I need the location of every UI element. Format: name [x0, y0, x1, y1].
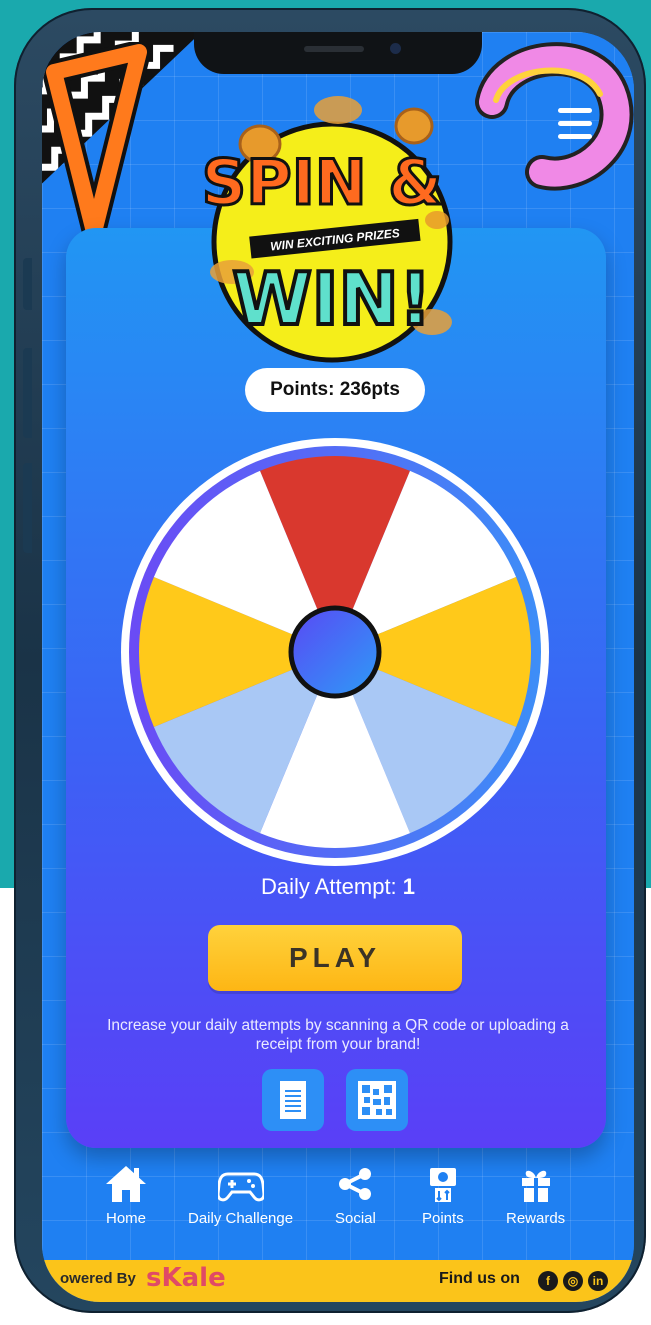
- nav-label-daily-challenge: Daily Challenge: [188, 1210, 294, 1227]
- nav-item-rewards[interactable]: Rewards: [506, 1164, 565, 1227]
- nav-item-social[interactable]: Social: [335, 1164, 376, 1227]
- attempts-hint: Increase your daily attempts by scanning…: [107, 1017, 569, 1053]
- logo-line2: WIN!: [232, 257, 431, 341]
- qr-code-icon: [358, 1081, 396, 1119]
- phone-side-button: [23, 348, 32, 438]
- nav-label-home: Home: [105, 1210, 146, 1227]
- daily-attempt-label: Daily Attempt:: [260, 874, 403, 899]
- prize-wheel[interactable]: [119, 436, 551, 868]
- nav-label-social: Social: [335, 1210, 376, 1227]
- linkedin-icon[interactable]: in: [588, 1271, 608, 1291]
- hamburger-menu-icon[interactable]: [558, 108, 592, 144]
- nav-label-rewards: Rewards: [506, 1210, 566, 1227]
- nav-item-points[interactable]: Points: [422, 1164, 464, 1227]
- phone-side-button: [23, 463, 32, 553]
- notch-speaker: [304, 46, 364, 52]
- daily-attempt: Daily Attempt: 1: [42, 874, 634, 900]
- bottom-navigation: Home Daily Challenge Social Points Rewar…: [42, 1164, 634, 1244]
- home-icon: [106, 1166, 146, 1202]
- footer-bar: owered By sKale Find us on f ◎ in: [42, 1260, 634, 1302]
- app-screen: SPIN & WIN EXCITING PRIZES WIN! Points: …: [42, 32, 634, 1302]
- phone-side-button: [23, 258, 32, 310]
- powered-by-label: owered By: [60, 1270, 136, 1287]
- nav-label-points: Points: [422, 1210, 464, 1227]
- brand-logo: sKale: [146, 1263, 226, 1293]
- wheel-hub[interactable]: [288, 605, 382, 699]
- gamepad-icon: [217, 1172, 264, 1202]
- receipt-icon: [280, 1081, 306, 1119]
- find-us-label: Find us on: [439, 1270, 520, 1287]
- nav-item-daily-challenge[interactable]: Daily Challenge: [188, 1164, 293, 1227]
- upload-receipt-button[interactable]: [262, 1069, 324, 1131]
- gift-icon: [521, 1170, 550, 1202]
- scan-qr-button[interactable]: [346, 1069, 408, 1131]
- triangle-decoration: [42, 42, 151, 242]
- instagram-icon[interactable]: ◎: [563, 1271, 583, 1291]
- points-icon: [429, 1168, 456, 1202]
- logo-line1: SPIN &: [202, 146, 443, 219]
- spin-and-win-logo: SPIN & WIN EXCITING PRIZES WIN!: [200, 96, 453, 363]
- daily-attempt-count: 1: [402, 874, 416, 899]
- phone-notch: [194, 32, 482, 74]
- facebook-icon[interactable]: f: [538, 1271, 558, 1291]
- share-icon: [339, 1168, 372, 1200]
- play-button[interactable]: PLAY: [208, 925, 462, 991]
- points-badge: Points: 236pts: [245, 368, 425, 412]
- notch-camera: [390, 43, 401, 54]
- nav-item-home[interactable]: Home: [104, 1164, 148, 1227]
- swirl-decoration: [475, 42, 634, 191]
